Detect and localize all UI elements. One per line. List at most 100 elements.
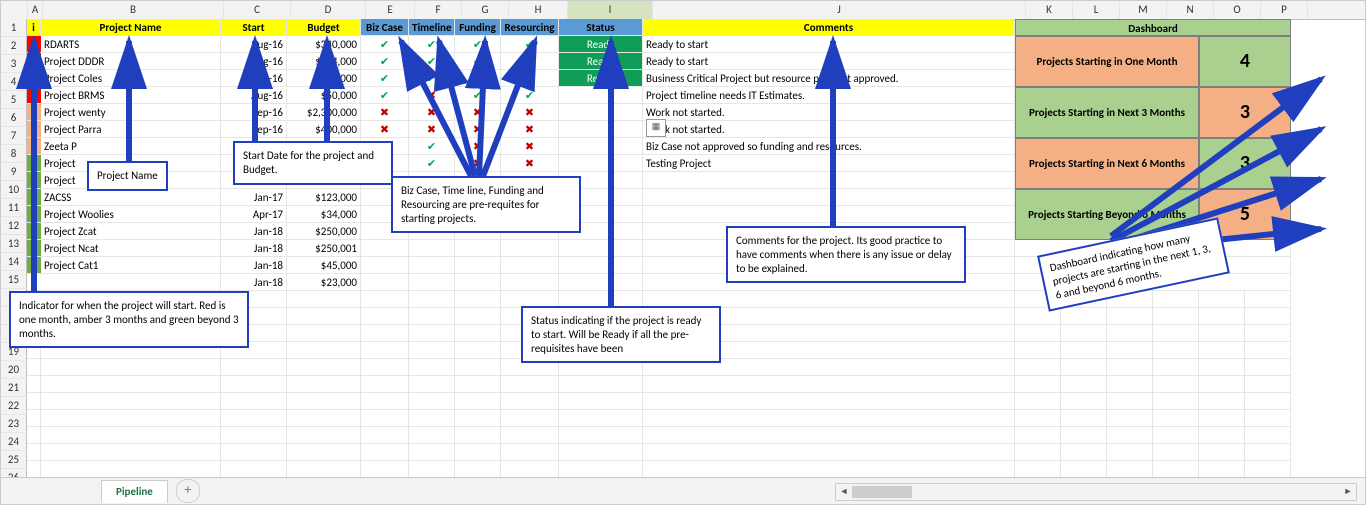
cell[interactable] xyxy=(287,461,361,478)
cell[interactable] xyxy=(41,410,221,427)
cell[interactable] xyxy=(1153,325,1199,342)
budget[interactable]: $45,000 xyxy=(287,257,361,274)
budget[interactable]: $340,000 xyxy=(287,36,361,53)
cell[interactable] xyxy=(1199,410,1245,427)
start-date[interactable]: Sep-16 xyxy=(221,104,287,121)
cell[interactable] xyxy=(409,308,455,325)
cell[interactable] xyxy=(409,410,455,427)
resourcing[interactable]: ✔ xyxy=(501,36,559,53)
cell[interactable] xyxy=(1199,461,1245,478)
cell[interactable] xyxy=(501,376,559,393)
cell[interactable] xyxy=(643,376,1015,393)
cell[interactable] xyxy=(41,359,221,376)
sheet-tab-pipeline[interactable]: Pipeline xyxy=(101,480,168,503)
cell[interactable] xyxy=(27,393,41,410)
project-name[interactable]: Project wenty xyxy=(41,104,221,121)
status[interactable] xyxy=(559,121,643,138)
budget[interactable]: $50,000 xyxy=(287,87,361,104)
cell[interactable] xyxy=(361,461,409,478)
cell[interactable] xyxy=(361,427,409,444)
indicator[interactable] xyxy=(27,36,41,53)
header-timeline[interactable]: Timeline xyxy=(409,19,455,36)
start-date[interactable]: Aug-16 xyxy=(221,53,287,70)
cell[interactable] xyxy=(1245,376,1291,393)
col-header-F[interactable]: F xyxy=(415,1,462,19)
cell[interactable] xyxy=(643,410,1015,427)
cell[interactable] xyxy=(221,427,287,444)
cell[interactable] xyxy=(1153,342,1199,359)
cell[interactable] xyxy=(287,291,361,308)
cell[interactable] xyxy=(27,461,41,478)
funding[interactable]: ✔ xyxy=(455,70,501,87)
cell[interactable] xyxy=(1107,325,1153,342)
cell[interactable] xyxy=(1015,461,1061,478)
cell[interactable] xyxy=(1153,427,1199,444)
budget[interactable]: $230,000 xyxy=(287,70,361,87)
row-header-11[interactable]: 11 xyxy=(1,199,27,217)
cell[interactable] xyxy=(559,444,643,461)
col-header-N[interactable]: N xyxy=(1167,1,1214,19)
cell[interactable] xyxy=(1245,393,1291,410)
row-header-22[interactable]: 22 xyxy=(1,397,27,415)
status[interactable] xyxy=(559,138,643,155)
cell[interactable] xyxy=(1153,444,1199,461)
cell[interactable] xyxy=(1245,325,1291,342)
comment[interactable]: Testing Project xyxy=(643,155,1015,172)
cell[interactable] xyxy=(1245,410,1291,427)
status[interactable]: Ready xyxy=(559,70,643,87)
cell[interactable] xyxy=(1107,427,1153,444)
comment[interactable]: Biz Case not approved so funding and res… xyxy=(643,138,1015,155)
cell[interactable] xyxy=(1107,461,1153,478)
cell[interactable] xyxy=(361,393,409,410)
timeline[interactable]: ✖ xyxy=(409,121,455,138)
cell[interactable] xyxy=(1245,308,1291,325)
cell[interactable] xyxy=(27,444,41,461)
row-header-25[interactable]: 25 xyxy=(1,451,27,469)
timeline[interactable]: ✖ xyxy=(409,87,455,104)
funding[interactable]: ✔ xyxy=(455,53,501,70)
biz-case[interactable]: ✔ xyxy=(361,70,409,87)
budget[interactable]: $400,000 xyxy=(287,121,361,138)
cell[interactable] xyxy=(1015,393,1061,410)
indicator[interactable] xyxy=(27,240,41,257)
funding[interactable]: ✖ xyxy=(455,121,501,138)
cell[interactable] xyxy=(361,410,409,427)
cell[interactable] xyxy=(1245,291,1291,308)
cell[interactable] xyxy=(559,427,643,444)
horizontal-scrollbar[interactable]: ◄ ► xyxy=(835,483,1357,501)
biz-case[interactable]: ✖ xyxy=(361,121,409,138)
indicator[interactable] xyxy=(27,206,41,223)
resourcing[interactable]: ✔ xyxy=(501,53,559,70)
cell[interactable] xyxy=(27,359,41,376)
start-date[interactable]: Jan-18 xyxy=(221,274,287,291)
cell[interactable] xyxy=(287,376,361,393)
budget[interactable]: $123,000 xyxy=(287,189,361,206)
add-sheet-button[interactable]: + xyxy=(176,479,200,503)
indicator[interactable] xyxy=(27,155,41,172)
cell[interactable] xyxy=(559,376,643,393)
timeline[interactable]: ✔ xyxy=(409,155,455,172)
row-header-20[interactable]: 20 xyxy=(1,361,27,379)
project-name[interactable]: Project BRMS xyxy=(41,87,221,104)
cell[interactable] xyxy=(27,376,41,393)
indicator[interactable] xyxy=(27,257,41,274)
col-header-J[interactable]: J xyxy=(653,1,1026,19)
indicator[interactable] xyxy=(27,104,41,121)
cell[interactable] xyxy=(455,461,501,478)
cell[interactable] xyxy=(287,359,361,376)
status[interactable]: Ready xyxy=(559,53,643,70)
cell[interactable] xyxy=(1199,376,1245,393)
resourcing[interactable] xyxy=(501,240,559,257)
funding[interactable] xyxy=(455,257,501,274)
cell[interactable] xyxy=(409,376,455,393)
funding[interactable]: ✔ xyxy=(455,87,501,104)
status[interactable] xyxy=(559,240,643,257)
header-resourcing[interactable]: Resourcing xyxy=(501,19,559,36)
budget[interactable]: $250,001 xyxy=(287,240,361,257)
status[interactable]: Ready xyxy=(559,36,643,53)
row-header-4[interactable]: 4 xyxy=(1,73,27,91)
row-header-10[interactable]: 10 xyxy=(1,181,27,199)
cell[interactable] xyxy=(287,444,361,461)
cell[interactable] xyxy=(1107,376,1153,393)
start-date[interactable]: Aug-16 xyxy=(221,36,287,53)
